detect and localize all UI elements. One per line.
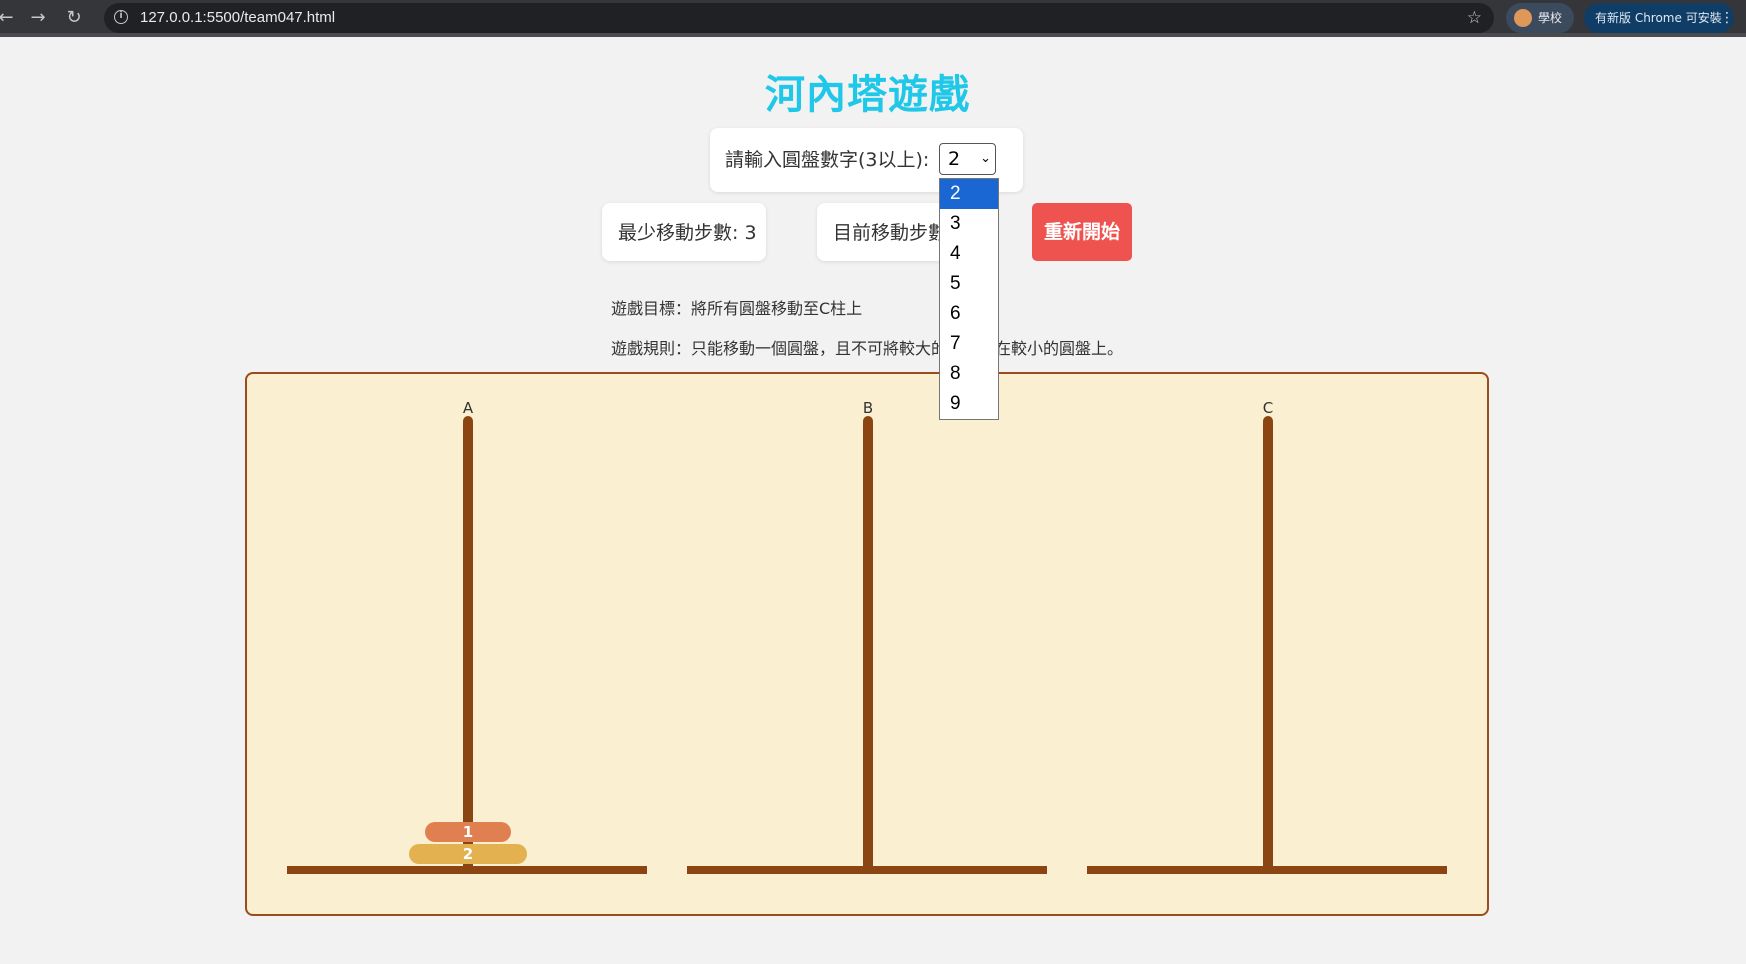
dropdown-option[interactable]: 2 xyxy=(940,179,998,209)
profile-label: 學校 xyxy=(1538,11,1563,25)
disk-input-label: 請輸入圓盤數字(3以上): xyxy=(725,149,930,171)
game-rule-text: 遊戲規則：只能移動一個圓盤，且不可將較大的圓盤放在較小的圓盤上。 xyxy=(611,339,1124,358)
more-menu-icon[interactable]: ⋮ xyxy=(1720,3,1734,33)
peg-c-rod[interactable] xyxy=(1263,416,1273,872)
disk-count-dropdown-list[interactable]: 23456789 xyxy=(939,178,999,420)
peg-b-rod[interactable] xyxy=(863,416,873,872)
peg-a-rod[interactable] xyxy=(463,416,473,872)
dropdown-option[interactable]: 5 xyxy=(940,269,998,299)
peg-label-a: A xyxy=(462,399,474,417)
page-title: 河內塔遊戲 xyxy=(765,72,970,118)
chrome-update-button[interactable]: 有新版 Chrome 可安裝 ⋮ xyxy=(1584,3,1734,33)
dropdown-option[interactable]: 7 xyxy=(940,329,998,359)
dropdown-option[interactable]: 3 xyxy=(940,209,998,239)
browser-toolbar: ← → ↻ i 127.0.0.1:5500/team047.html ☆ 學校… xyxy=(0,0,1746,37)
min-moves-label: 最少移動步數: 3 xyxy=(618,222,757,244)
disk-2[interactable]: 2 xyxy=(409,844,527,864)
disk-count-select[interactable]: 2 ⌄ xyxy=(939,143,996,175)
peg-label-b: B xyxy=(862,399,874,417)
restart-button[interactable]: 重新開始 xyxy=(1032,203,1132,261)
back-icon[interactable]: ← xyxy=(0,6,18,30)
dropdown-option[interactable]: 9 xyxy=(940,389,998,419)
chevron-down-icon: ⌄ xyxy=(980,151,991,166)
site-info-icon[interactable]: i xyxy=(114,10,128,24)
game-board: A 1 2 B C xyxy=(245,372,1489,916)
dropdown-option[interactable]: 6 xyxy=(940,299,998,329)
dropdown-option[interactable]: 8 xyxy=(940,359,998,389)
url-text[interactable]: 127.0.0.1:5500/team047.html xyxy=(140,3,335,33)
min-moves-card: 最少移動步數: 3 xyxy=(602,203,766,261)
update-label: 有新版 Chrome 可安裝 xyxy=(1595,11,1722,25)
disk-1[interactable]: 1 xyxy=(425,822,511,842)
peg-a-base[interactable] xyxy=(287,866,647,874)
address-bar[interactable]: i 127.0.0.1:5500/team047.html ☆ xyxy=(104,3,1494,33)
reload-icon[interactable]: ↻ xyxy=(62,6,86,30)
game-goal-text: 遊戲目標：將所有圓盤移動至C柱上 xyxy=(611,299,863,318)
peg-b-base[interactable] xyxy=(687,866,1047,874)
peg-label-c: C xyxy=(1262,399,1274,417)
bookmark-star-icon[interactable]: ☆ xyxy=(1467,3,1482,33)
disk-select-value: 2 xyxy=(948,148,961,170)
avatar xyxy=(1514,9,1532,27)
forward-icon[interactable]: → xyxy=(26,6,50,30)
profile-button[interactable]: 學校 xyxy=(1506,3,1574,33)
dropdown-option[interactable]: 4 xyxy=(940,239,998,269)
peg-c-base[interactable] xyxy=(1087,866,1447,874)
